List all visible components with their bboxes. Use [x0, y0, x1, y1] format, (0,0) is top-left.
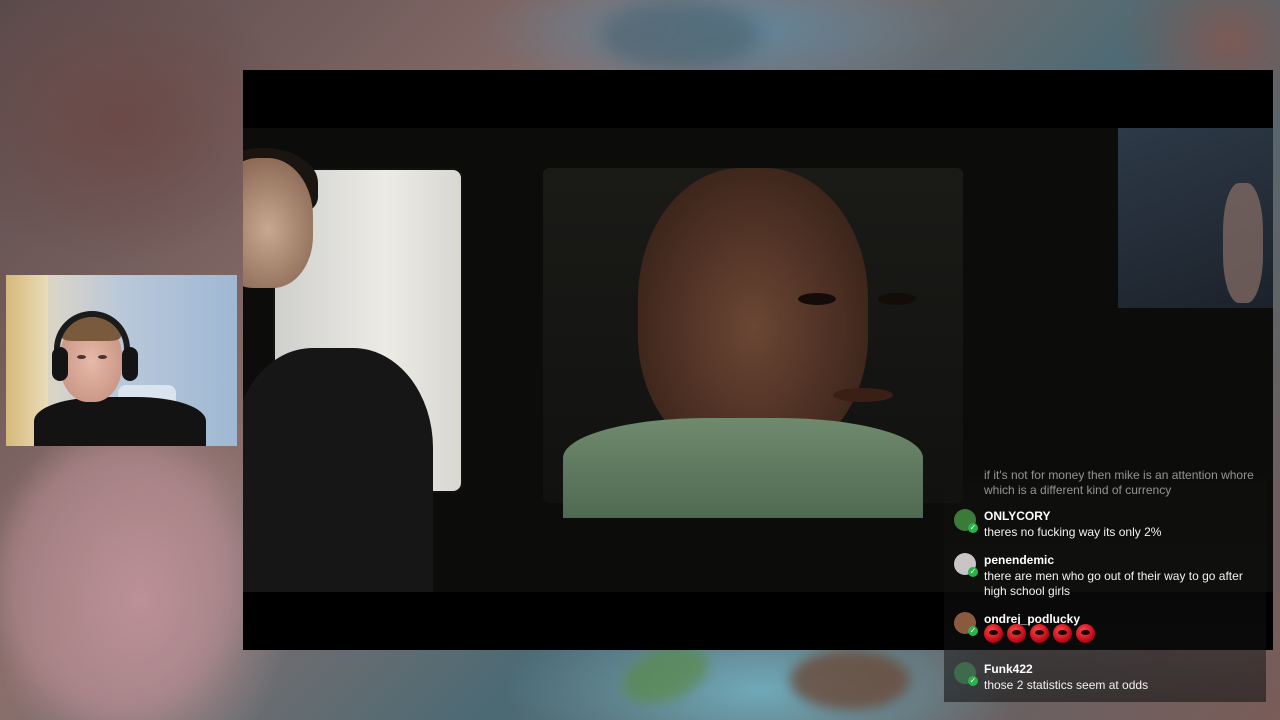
webcam-person-eye: [77, 355, 86, 359]
webcam-person-body: [34, 397, 206, 446]
center-person-eye: [878, 293, 916, 305]
user-avatar[interactable]: ✓: [954, 612, 978, 636]
background-artwork-shape: [790, 650, 910, 710]
background-artwork-shape: [0, 440, 240, 720]
chat-message-text: those 2 statistics seem at odds: [984, 678, 1149, 692]
right-person-figure: [1223, 183, 1263, 303]
moderator-badge-icon: ✓: [968, 523, 978, 533]
chat-overlay: if it's not for money then mike is an at…: [944, 466, 1266, 702]
chat-username[interactable]: ONLYCORY: [984, 509, 1050, 523]
red-face-emote: [1030, 624, 1049, 643]
user-avatar[interactable]: ✓: [954, 553, 978, 577]
webcam-feed: [6, 275, 237, 446]
chat-emote-row: [984, 624, 1095, 643]
red-face-emote: [1053, 624, 1072, 643]
red-face-emote: [984, 624, 1003, 643]
center-person-mouth: [833, 388, 893, 402]
video-letterbox-top: [243, 70, 1273, 128]
chat-message-text: there are men who go out of their way to…: [984, 569, 1243, 598]
webcam-person-eye: [98, 355, 107, 359]
right-window-frame: [1118, 128, 1273, 308]
red-face-emote: [1007, 624, 1026, 643]
user-avatar[interactable]: ✓: [954, 662, 978, 686]
chat-username[interactable]: Funk422: [984, 662, 1033, 676]
user-avatar[interactable]: ✓: [954, 509, 978, 533]
center-person-shirt: [563, 418, 923, 518]
moderator-badge-icon: ✓: [968, 626, 978, 636]
red-face-emote: [1076, 624, 1095, 643]
background-artwork-shape: [600, 0, 760, 70]
moderator-badge-icon: ✓: [968, 567, 978, 577]
chat-message-text: theres no fucking way its only 2%: [984, 525, 1162, 539]
left-person-body: [243, 348, 433, 592]
moderator-badge-icon: ✓: [968, 676, 978, 686]
center-window-frame: [543, 168, 963, 518]
headset-earcup-icon: [52, 347, 68, 381]
chat-message-text: if it's not for money then mike is an at…: [984, 468, 1254, 497]
chat-username[interactable]: penendemic: [984, 553, 1054, 567]
center-person-eye: [798, 293, 836, 305]
headset-earcup-icon: [122, 347, 138, 381]
center-person-face: [638, 168, 916, 458]
